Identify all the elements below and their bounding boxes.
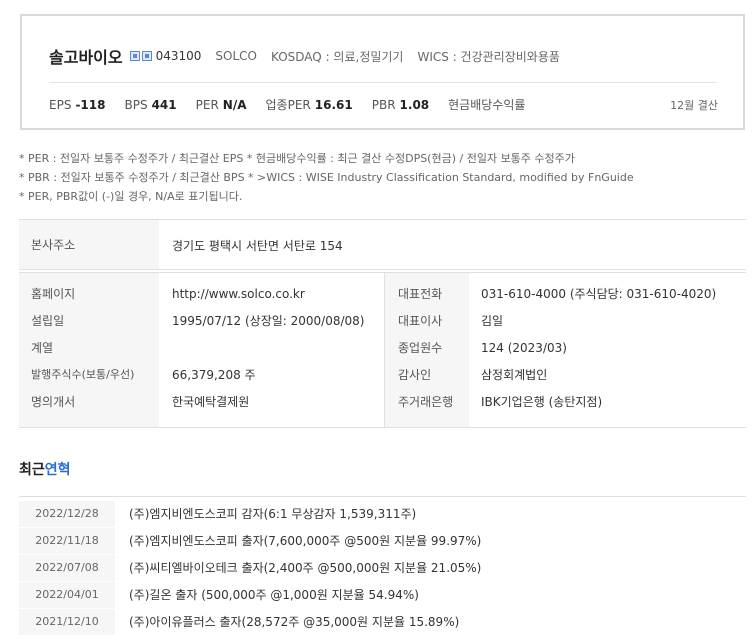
footnote-per: * PER : 전일자 보통주 수정주가 / 최근결산 EPS * 현금배당수익…: [19, 152, 575, 165]
home-icon[interactable]: [129, 51, 140, 61]
company-badges: [129, 51, 152, 61]
bank-value: IBK기업은행 (송탄지점): [481, 395, 603, 409]
market-sector: KOSDAQ : 의료,정밀기기: [271, 49, 404, 64]
company-summary-card: 솔고바이오 043100 SOLCO KOSDAQ : 의료,정밀기기 WICS…: [20, 14, 745, 130]
history-date: 2022/11/18: [19, 528, 115, 554]
auditor-value: 삼정회계법인: [481, 368, 548, 382]
metric-eps: EPS -118: [49, 97, 106, 112]
transfer-agent-value: 한국예탁결제원: [172, 395, 250, 409]
homepage-link[interactable]: http://www.solco.co.kr: [172, 284, 305, 304]
history-event: (주)엠지비엔도스코피 감자(6:1 무상감자 1,539,311주): [129, 507, 417, 521]
english-name: SOLCO: [215, 49, 257, 63]
fiscal-month: 12월 결산: [670, 99, 718, 112]
wics-sector: WICS : 건강관리장비와용품: [417, 49, 560, 64]
address-table: 본사주소 경기도 평택시 서탄면 서탄로 154: [19, 219, 746, 270]
homepage-label: 홈페이지: [31, 287, 76, 301]
phone-value: 031-610-4000 (주식담당: 031-610-4020): [481, 287, 717, 301]
affiliate-label: 계열: [31, 341, 54, 355]
metric-bps: BPS 441: [124, 97, 177, 112]
building-icon[interactable]: [141, 51, 152, 61]
company-title-row: 솔고바이오 043100 SOLCO KOSDAQ : 의료,정밀기기 WICS…: [49, 44, 560, 68]
history-date: 2022/04/01: [19, 582, 115, 608]
founded-label: 설립일: [31, 314, 65, 328]
transfer-agent-label: 명의개서: [31, 395, 76, 409]
company-info-table: 홈페이지 http://www.solco.co.kr 설립일 1995/07/…: [19, 272, 746, 428]
metrics-row: EPS -118 BPS 441 PER N/A 업종PER 16.61 PBR 1.08…: [49, 96, 548, 113]
history-date: 2022/12/28: [19, 501, 115, 527]
employees-label: 종업원수: [398, 341, 443, 355]
employees-value: 124 (2023/03): [481, 341, 567, 355]
footnote-pbr: * PBR : 전일자 보통주 수정주가 / 최근결산 BPS * >WICS …: [19, 171, 634, 184]
ceo-label: 대표이사: [398, 314, 443, 328]
history-list: 2022/12/28 (주)엠지비엔도스코피 감자(6:1 무상감자 1,539…: [19, 496, 746, 644]
card-divider: [49, 82, 717, 83]
address-value: 경기도 평택시 서탄면 서탄로 154: [172, 239, 343, 253]
history-event: (주)씨티엘바이오테크 출자(2,400주 @500,000원 지분율 21.0…: [129, 561, 482, 575]
metric-pbr: PBR 1.08: [371, 97, 430, 112]
shares-value: 66,379,208 주: [172, 368, 256, 382]
bank-label: 주거래은행: [398, 395, 454, 409]
shares-label: 발행주식수(보통/우선): [31, 368, 135, 381]
history-date: 2022/07/08: [19, 555, 115, 581]
history-date: 2021/12/10: [19, 609, 115, 635]
metric-industry-per: 업종PER 16.61: [265, 98, 353, 112]
metric-per: PER N/A: [195, 97, 247, 112]
history-event: (주)길온 출자 (500,000주 @1,000원 지분율 54.94%): [129, 588, 419, 602]
founded-value: 1995/07/12 (상장일: 2000/08/08): [172, 314, 365, 328]
ceo-value: 김일: [481, 314, 504, 328]
history-event: (주)아이유플러스 출자(28,572주 @35,000원 지분율 15.89%…: [129, 615, 460, 629]
footnote-negative: * PER, PBR값이 (-)일 경우, N/A로 표기됩니다.: [19, 190, 243, 203]
history-title: 최근연혁: [19, 462, 71, 478]
address-label: 본사주소: [31, 238, 76, 252]
footnotes: * PER : 전일자 보통주 수정주가 / 최근결산 EPS * 현금배당수익…: [19, 149, 634, 206]
history-event: (주)엠지비엔도스코피 출자(7,600,000주 @500원 지분율 99.9…: [129, 534, 482, 548]
auditor-label: 감사인: [398, 368, 432, 382]
phone-label: 대표전화: [398, 287, 443, 301]
metric-dividend-yield: 현금배당수익률: [448, 98, 526, 112]
company-name: 솔고바이오: [49, 48, 123, 67]
stock-code: 043100: [155, 49, 202, 63]
